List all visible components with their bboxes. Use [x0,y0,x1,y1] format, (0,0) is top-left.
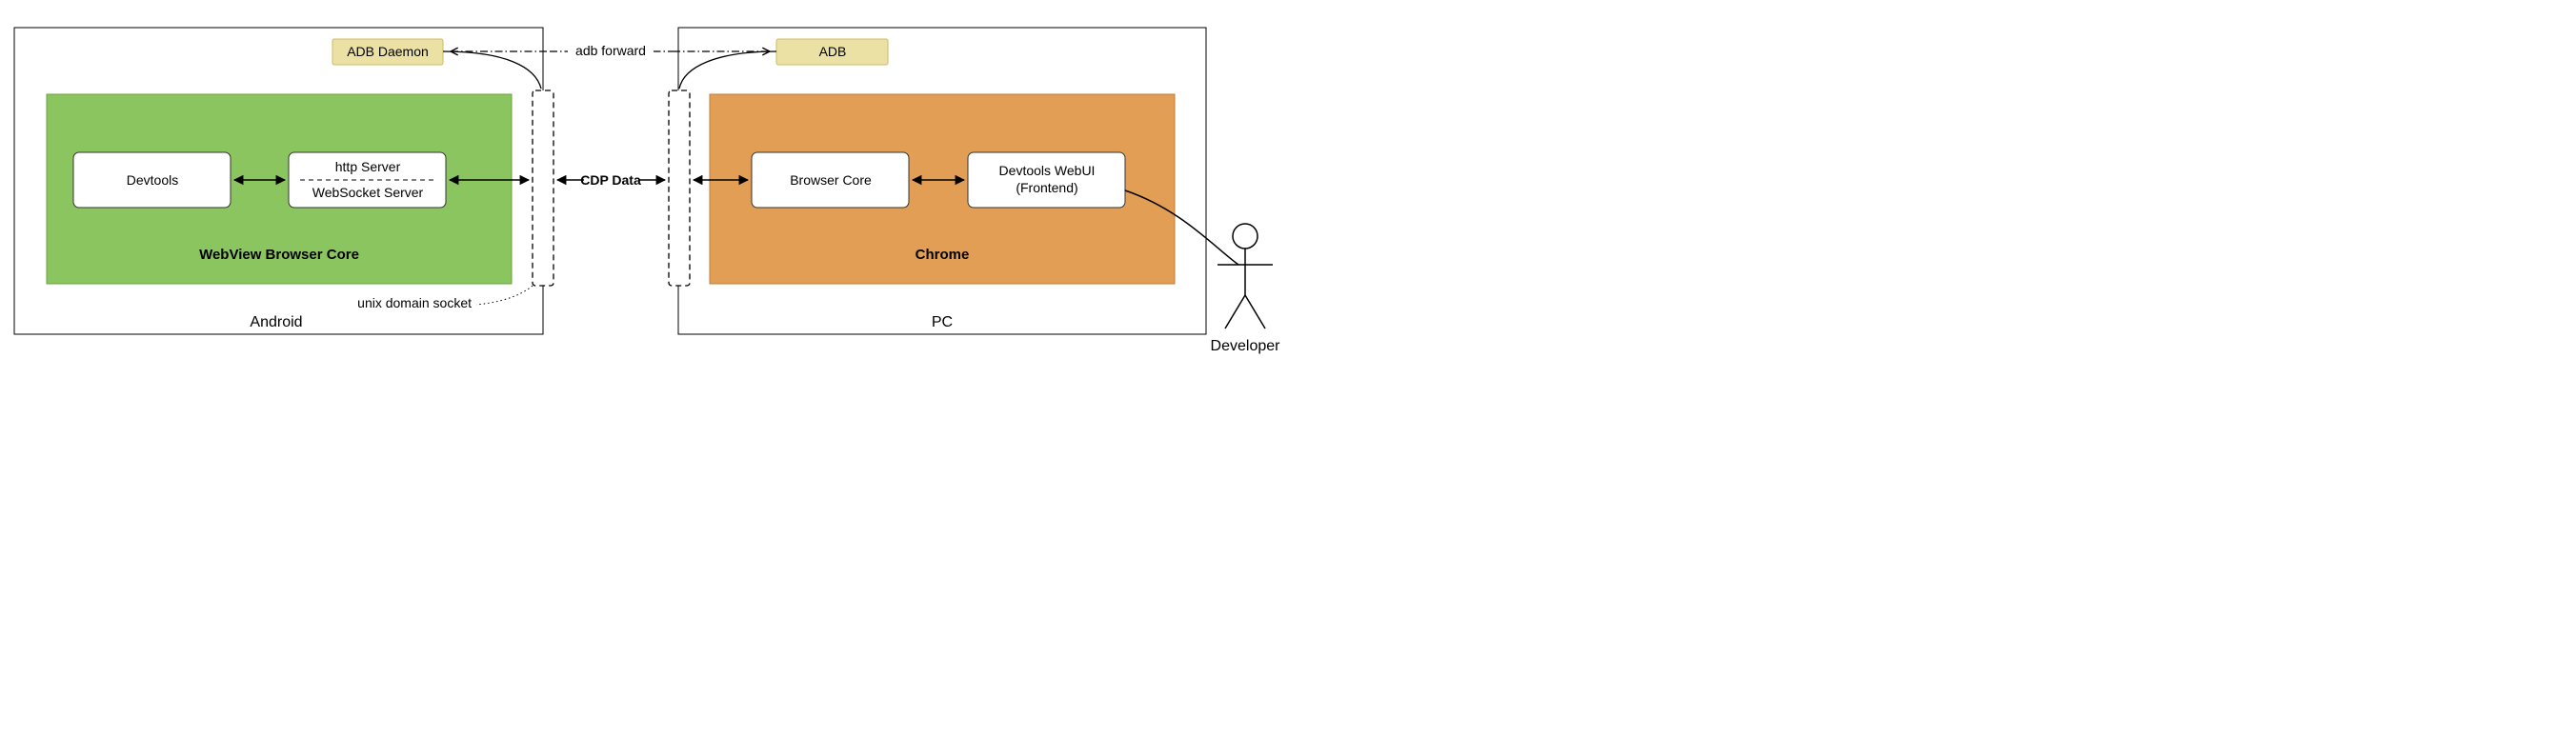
android-title: Android [250,314,302,330]
ws-server-label: WebSocket Server [312,185,424,200]
webview-core-title: WebView Browser Core [199,247,359,263]
adb-forward-label2: adb forward [575,43,646,58]
browser-core-box: Browser Core [752,152,909,208]
devtools-box: Devtools [73,152,231,208]
cdp-data-line: CDP Data [557,172,665,188]
adb-label: ADB [819,44,847,59]
devtools-webui-line1: Devtools WebUI [999,163,1096,178]
devtools-webui-line2: (Frontend) [1016,180,1077,195]
devtools-webui-box: Devtools WebUI (Frontend) [968,152,1125,208]
developer-label: Developer [1211,338,1281,354]
adb-daemon-box: ADB Daemon [332,39,443,65]
adb-daemon-label: ADB Daemon [347,44,429,59]
chrome-title: Chrome [916,247,970,263]
android-socket-port [533,90,553,286]
unix-socket-label: unix domain socket [357,295,472,310]
devtools-label: Devtools [127,172,178,188]
pc-title: PC [932,314,953,330]
architecture-diagram: Android ADB Daemon WebView Browser Core … [0,0,1288,368]
pc-socket-port [669,90,690,286]
cdp-data-label: CDP Data [580,172,641,188]
server-box: http Server WebSocket Server [289,152,446,208]
http-server-label: http Server [335,159,401,174]
browser-core-label: Browser Core [790,172,872,188]
adb-box: ADB [776,39,888,65]
